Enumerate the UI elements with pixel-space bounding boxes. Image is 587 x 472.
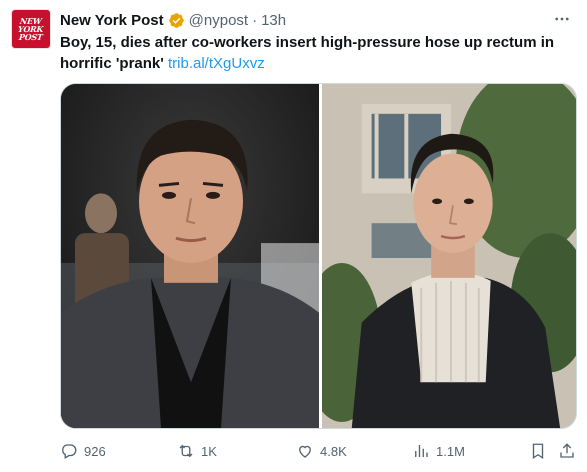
photo-left[interactable] xyxy=(61,84,319,428)
bookmark-icon xyxy=(532,443,544,460)
logo-line-3: POST xyxy=(18,32,44,42)
tweet-media[interactable] xyxy=(60,83,577,429)
reply-button[interactable]: 926 xyxy=(60,442,106,460)
tweet-text: Boy, 15, dies after co-workers insert hi… xyxy=(60,32,560,74)
tweet-body: Boy, 15, dies after co-workers insert hi… xyxy=(60,34,555,72)
tweet-header: New York Post @nypost · 13h xyxy=(60,10,286,30)
photo-left-image xyxy=(61,84,319,428)
verified-badge-icon xyxy=(168,12,185,29)
account-handle[interactable]: @nypost xyxy=(189,12,248,29)
share-button[interactable] xyxy=(558,442,582,460)
photo-right[interactable] xyxy=(322,84,576,428)
like-count: 4.8K xyxy=(320,443,347,459)
tweet-actions: 926 1K 4.8K 1.1M xyxy=(60,440,580,462)
photo-right-image xyxy=(322,84,576,428)
retweet-count: 1K xyxy=(201,443,217,459)
views-button[interactable]: 1.1M xyxy=(412,442,465,460)
reply-count: 926 xyxy=(84,443,106,459)
views-icon xyxy=(415,445,428,457)
tweet-timestamp[interactable]: 13h xyxy=(261,12,286,29)
header-separator: · xyxy=(252,11,258,29)
retweet-icon xyxy=(179,444,193,458)
more-icon[interactable] xyxy=(551,8,573,30)
share-icon xyxy=(560,443,574,458)
account-name[interactable]: New York Post xyxy=(60,12,164,29)
reply-icon xyxy=(62,444,77,459)
views-count: 1.1M xyxy=(436,443,465,459)
like-button[interactable]: 4.8K xyxy=(296,442,347,460)
nypost-avatar[interactable]: NEW YORK POST xyxy=(11,9,51,49)
retweet-button[interactable]: 1K xyxy=(177,442,217,460)
tweet-link[interactable]: trib.al/tXgUxvz xyxy=(168,55,265,72)
like-icon xyxy=(299,445,311,458)
bookmark-button[interactable] xyxy=(529,442,553,460)
